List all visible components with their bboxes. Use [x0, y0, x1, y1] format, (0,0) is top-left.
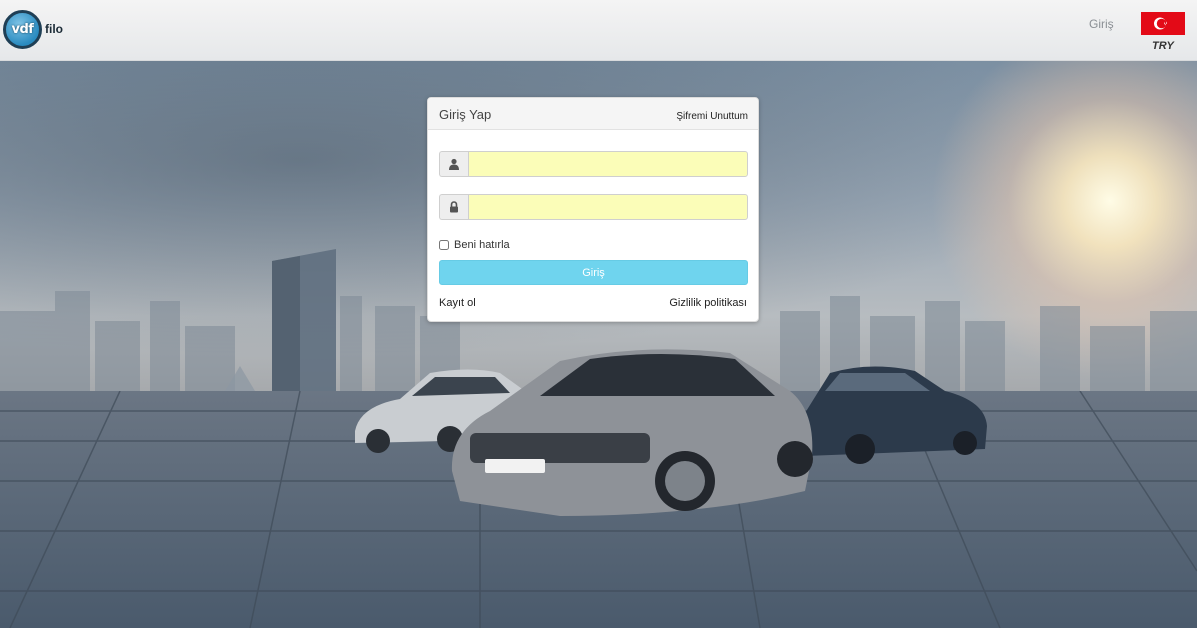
- password-input[interactable]: [468, 194, 748, 220]
- user-icon: [439, 151, 468, 177]
- car-center: [451, 349, 813, 516]
- username-field-group: [439, 151, 748, 177]
- car-right: [800, 366, 987, 464]
- nav-login-link[interactable]: Giriş: [1089, 17, 1114, 31]
- logo-text: filo: [45, 22, 63, 36]
- logo-mark-text: vdf: [11, 21, 34, 37]
- username-input[interactable]: [468, 151, 748, 177]
- forgot-password-link[interactable]: Şifremi Unuttum: [676, 111, 748, 122]
- password-field-group: [439, 194, 748, 220]
- login-panel: Giriş Yap Şifremi Unuttum Beni hatırla G…: [427, 97, 759, 322]
- register-link[interactable]: Kayıt ol: [439, 297, 476, 309]
- privacy-policy-link[interactable]: Gizlilik politikası: [669, 297, 747, 309]
- currency-label: TRY: [1152, 40, 1174, 52]
- login-submit-button[interactable]: Giriş: [439, 260, 748, 285]
- remember-me-label[interactable]: Beni hatırla: [454, 239, 510, 251]
- brand-logo[interactable]: vdf filo: [3, 9, 63, 49]
- turkey-flag-icon[interactable]: [1141, 12, 1185, 35]
- login-title: Giriş Yap: [439, 107, 492, 122]
- remember-me-checkbox[interactable]: [439, 240, 449, 250]
- login-panel-header: Giriş Yap Şifremi Unuttum: [428, 98, 758, 130]
- remember-me-row: Beni hatırla: [439, 239, 510, 251]
- top-navbar: vdf filo Giriş TRY: [0, 0, 1197, 61]
- logo-mark: vdf: [3, 9, 42, 49]
- lock-icon: [439, 194, 468, 220]
